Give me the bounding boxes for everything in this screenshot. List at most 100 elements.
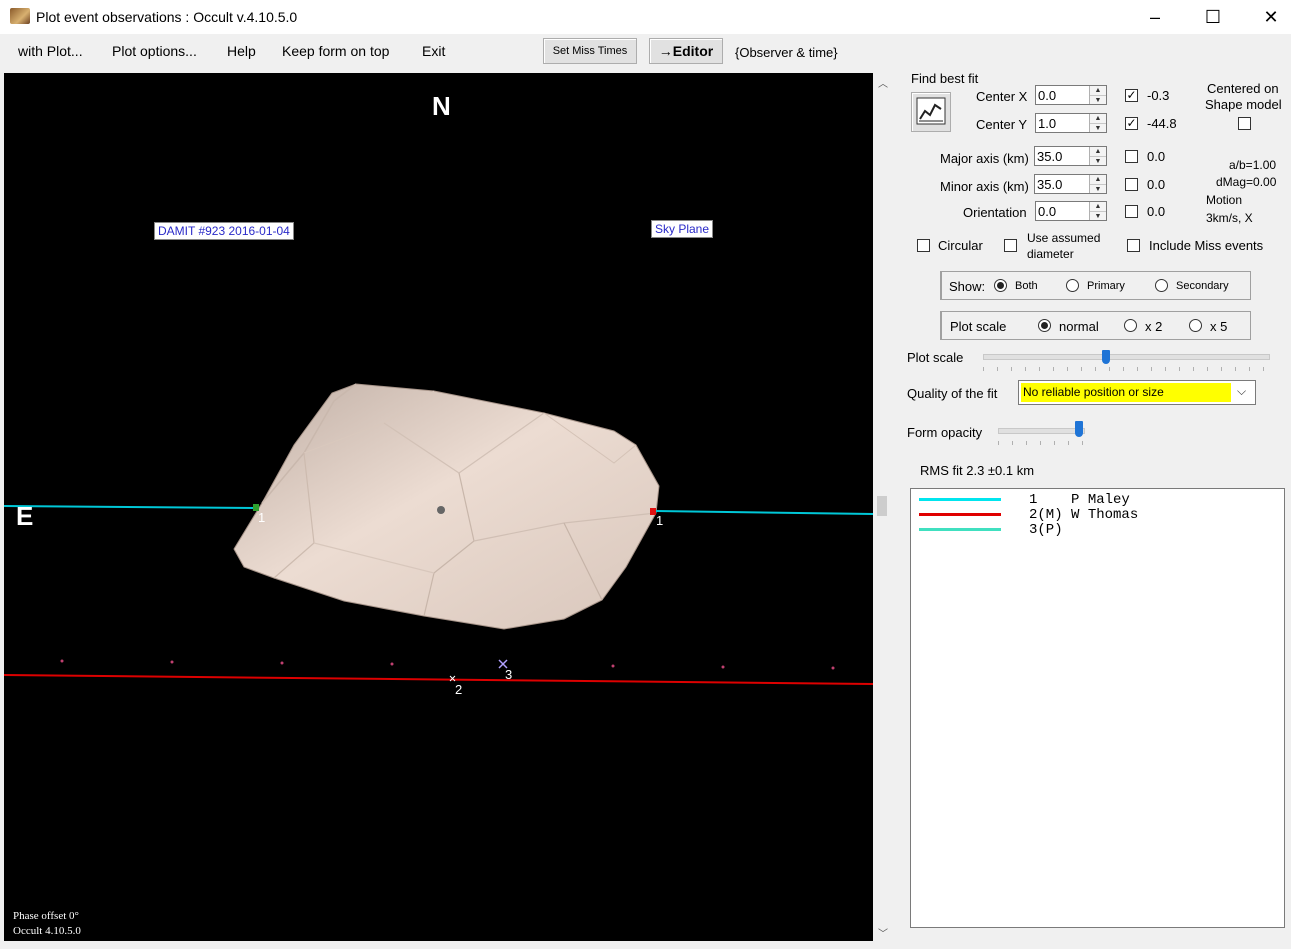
quality-dropdown[interactable]: No reliable position or size ⌵ xyxy=(1018,380,1256,405)
major-axis-spinner[interactable]: ▲▼ xyxy=(1034,146,1107,166)
center-y-spinner[interactable]: ▲▼ xyxy=(1035,113,1107,133)
scroll-up-icon[interactable]: ︿ xyxy=(878,75,888,90)
window-title: Plot event observations : Occult v.4.10.… xyxy=(36,9,298,25)
minor-axis-spinner[interactable]: ▲▼ xyxy=(1034,174,1107,194)
spin-down-icon[interactable]: ▼ xyxy=(1090,157,1106,166)
find-best-fit-button[interactable] xyxy=(911,92,951,132)
menu-bar: with Plot... Plot options... Help Keep f… xyxy=(0,34,1291,70)
title-bar: Plot event observations : Occult v.4.10.… xyxy=(0,0,1291,34)
plot-scale-track[interactable] xyxy=(983,354,1270,360)
centered-shape-model-checkbox[interactable] xyxy=(1238,117,1251,130)
minor-axis-checkbox[interactable] xyxy=(1125,178,1138,191)
form-opacity-track[interactable] xyxy=(998,428,1085,434)
scroll-thumb[interactable] xyxy=(877,496,887,516)
use-assumed-label: Use assumed xyxy=(1027,231,1101,245)
chord-1-right xyxy=(655,510,873,515)
spin-down-icon[interactable]: ▼ xyxy=(1090,185,1106,194)
show-primary-radio[interactable] xyxy=(1066,279,1079,292)
plot-scale-slider-label: Plot scale xyxy=(907,350,964,365)
chord-2-label: 2 xyxy=(455,682,463,697)
observer-time-label[interactable]: {Observer & time} xyxy=(735,45,838,60)
phase-offset-label: Phase offset 0° xyxy=(13,910,79,922)
maximize-button[interactable]: ☐ xyxy=(1184,0,1242,34)
plot-canvas[interactable]: N E DAMIT #923 2016-01-04 Sky Plane 1 1 … xyxy=(4,73,873,941)
plot-scale-group: Plot scale normal x 2 x 5 xyxy=(940,311,1251,340)
orientation-spinner[interactable]: ▲▼ xyxy=(1035,201,1107,221)
chevron-down-icon[interactable]: ⌵ xyxy=(1237,384,1246,399)
chord-2 xyxy=(4,674,873,685)
scale-x2-radio[interactable] xyxy=(1124,319,1137,332)
center-x-label: Center X xyxy=(976,89,1028,104)
chord-3-dots xyxy=(60,659,835,670)
rms-fit-label: RMS fit 2.3 ±0.1 km xyxy=(920,463,1035,478)
show-both-radio[interactable] xyxy=(994,279,1007,292)
center-x-spinner[interactable]: ▲▼ xyxy=(1035,85,1107,105)
include-miss-checkbox[interactable] xyxy=(1127,239,1140,252)
horizontal-scrollbar[interactable] xyxy=(0,943,873,949)
center-y-checkbox[interactable]: ✓ xyxy=(1125,117,1138,130)
center-y-input[interactable] xyxy=(1037,115,1078,131)
legend-name-2: W Thomas xyxy=(1071,507,1139,523)
asteroid-shape xyxy=(233,383,660,630)
east-label: E xyxy=(16,501,34,531)
spin-up-icon[interactable]: ▲ xyxy=(1090,86,1106,96)
model-label: DAMIT #923 2016-01-04 xyxy=(154,222,294,240)
close-button[interactable]: ✕ xyxy=(1242,0,1291,34)
center-x-input[interactable] xyxy=(1037,87,1078,103)
center-x-fit-value: -0.3 xyxy=(1147,88,1170,103)
legend-row-2: 2(M) W Thomas xyxy=(919,507,1279,523)
legend-row-3: 3(P) xyxy=(919,522,1279,538)
set-miss-times-button[interactable]: Set Miss Times xyxy=(543,38,637,64)
center-y-label: Center Y xyxy=(976,117,1028,132)
chord-3-label: 3 xyxy=(505,667,513,682)
scroll-down-icon[interactable]: ﹀ xyxy=(878,925,888,940)
minimize-button[interactable]: – xyxy=(1126,0,1184,34)
show-both-label: Both xyxy=(1015,280,1038,292)
form-opacity-label: Form opacity xyxy=(907,425,983,440)
shape-model-label: Shape model xyxy=(1205,97,1282,112)
spin-down-icon[interactable]: ▼ xyxy=(1090,124,1106,133)
spin-up-icon[interactable]: ▲ xyxy=(1090,114,1106,124)
motion-value: 3km/s, X xyxy=(1206,211,1253,225)
major-axis-label: Major axis (km) xyxy=(940,151,1029,166)
diameter-label: diameter xyxy=(1027,247,1074,261)
minor-axis-label: Minor axis (km) xyxy=(940,179,1029,194)
show-label: Show: xyxy=(949,279,986,294)
best-fit-chart-icon xyxy=(916,97,946,125)
legend-num-1: 1 xyxy=(1029,492,1063,508)
center-x-checkbox[interactable]: ✓ xyxy=(1125,89,1138,102)
editor-button[interactable]: →Editor xyxy=(649,38,723,64)
scale-normal-radio[interactable] xyxy=(1038,319,1051,332)
center-y-fit-value: -44.8 xyxy=(1147,116,1177,131)
menu-exit[interactable]: Exit xyxy=(422,43,445,59)
use-assumed-diameter-checkbox[interactable] xyxy=(1004,239,1017,252)
spin-up-icon[interactable]: ▲ xyxy=(1090,147,1106,157)
plot-scrollbar[interactable]: ︿ ﹀ xyxy=(875,73,890,941)
ab-ratio-label: a/b=1.00 xyxy=(1229,158,1277,172)
app-icon xyxy=(10,8,30,24)
minor-axis-input[interactable] xyxy=(1036,176,1077,192)
orientation-checkbox[interactable] xyxy=(1125,205,1138,218)
circular-checkbox[interactable] xyxy=(917,239,930,252)
show-secondary-label: Secondary xyxy=(1176,280,1229,292)
chord-1-start-label: 1 xyxy=(258,510,266,525)
show-secondary-radio[interactable] xyxy=(1155,279,1168,292)
spin-down-icon[interactable]: ▼ xyxy=(1090,96,1106,105)
menu-with-plot[interactable]: with Plot... xyxy=(18,43,83,59)
orientation-input[interactable] xyxy=(1037,203,1078,219)
form-opacity-slider-thumb[interactable] xyxy=(1075,421,1083,437)
scale-x5-radio[interactable] xyxy=(1189,319,1202,332)
legend-line-3 xyxy=(919,528,1001,531)
spin-up-icon[interactable]: ▲ xyxy=(1090,202,1106,212)
spin-up-icon[interactable]: ▲ xyxy=(1090,175,1106,185)
scale-normal-label: normal xyxy=(1059,319,1099,334)
major-axis-checkbox[interactable] xyxy=(1125,150,1138,163)
plot-scale-slider-thumb[interactable] xyxy=(1102,350,1110,364)
menu-help[interactable]: Help xyxy=(227,43,256,59)
menu-plot-options[interactable]: Plot options... xyxy=(112,43,197,59)
legend-num-2: 2(M) xyxy=(1029,507,1063,523)
north-label: N xyxy=(432,91,451,121)
major-axis-input[interactable] xyxy=(1036,148,1077,164)
spin-down-icon[interactable]: ▼ xyxy=(1090,212,1106,221)
menu-keep-on-top[interactable]: Keep form on top xyxy=(282,43,389,59)
